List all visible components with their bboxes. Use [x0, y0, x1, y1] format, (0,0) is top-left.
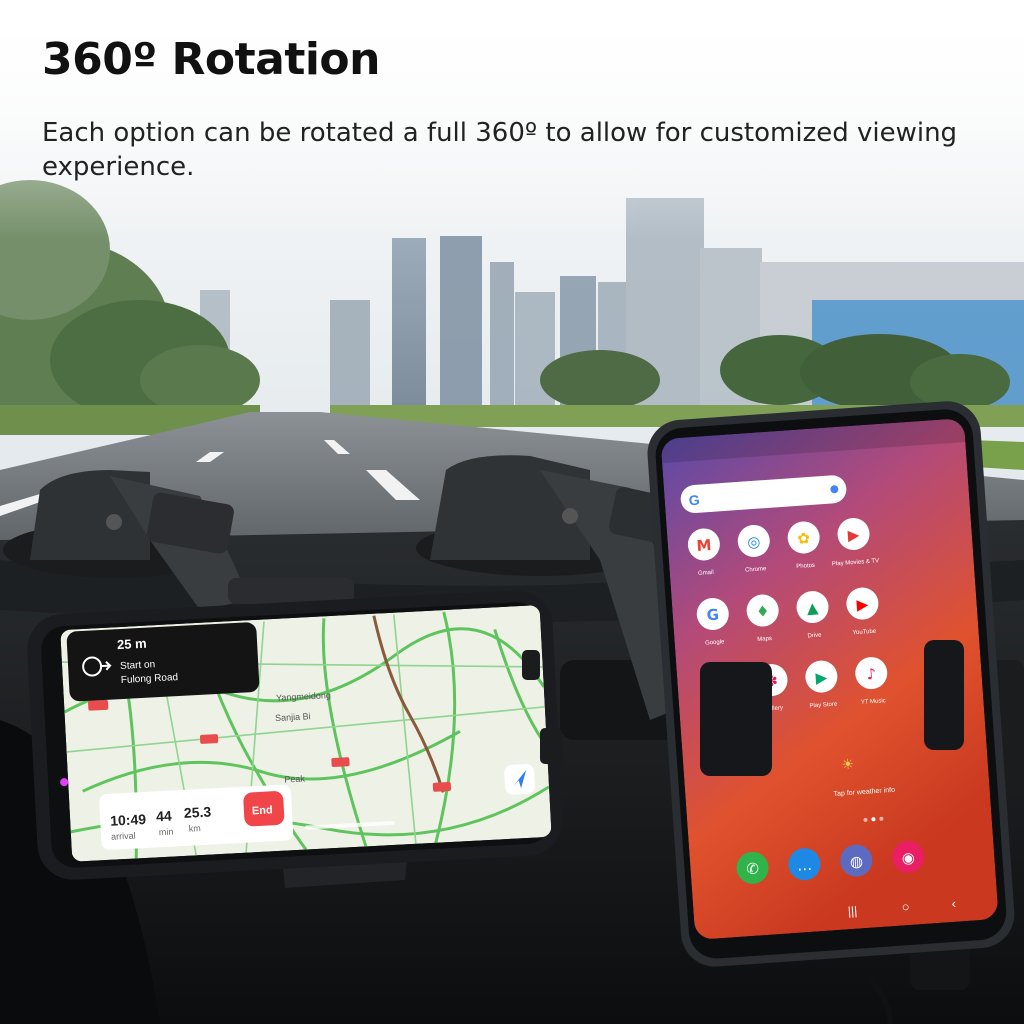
app-glyph-icon: M	[696, 536, 712, 555]
weather-icon: ☀	[841, 756, 855, 773]
app-label: Maps	[757, 636, 772, 643]
svg-text:✆: ✆	[746, 859, 760, 878]
app-glyph-icon: ♦	[755, 602, 770, 621]
app-glyph-icon: ♪	[866, 665, 877, 684]
app-glyph-icon: ◎	[747, 533, 761, 552]
feature-description: Each option can be rotated a full 360º t…	[42, 118, 958, 182]
svg-text:◉: ◉	[901, 849, 915, 868]
app-glyph-icon: G	[706, 606, 720, 625]
eta-time-label: arrival	[111, 830, 136, 841]
holder-arm-left	[700, 662, 772, 776]
eta-time: 10:49	[110, 811, 147, 829]
app-label: Gmail	[698, 570, 714, 577]
turn-instruction-card	[66, 622, 260, 702]
navigation-phone: Yangmeidong Sanjia Bi Peak 25 m Start on…	[27, 590, 563, 880]
app-glyph-icon: ▶	[856, 595, 869, 614]
app-glyph-icon: ▶	[847, 526, 860, 545]
eta-minutes: 44	[156, 808, 173, 825]
app-glyph-icon: ✿	[797, 529, 811, 548]
app-glyph-icon: ▲	[806, 599, 819, 618]
product-feature-image: Yangmeidong Sanjia Bi Peak 25 m Start on…	[0, 0, 1024, 1024]
app-label: Drive	[807, 632, 822, 639]
home-button[interactable]: ○	[901, 899, 910, 915]
map-label-peak: Peak	[284, 774, 306, 785]
instruction-line-1: Start on	[120, 659, 156, 672]
end-button-label: End	[252, 804, 273, 817]
home-screen-phone: G MGmail◎Chrome✿Photos▶Play Movies & TVG…	[647, 401, 1015, 967]
app-glyph-icon: ▶	[815, 668, 828, 687]
eta-distance: 25.3	[184, 803, 212, 820]
eta-distance-label: km	[188, 823, 201, 834]
google-logo-icon: G	[688, 492, 700, 509]
map-label-sanjia-bi: Sanjia Bi	[275, 711, 311, 723]
svg-text:◍: ◍	[849, 852, 863, 871]
holder-arm-right	[924, 640, 964, 750]
turn-distance: 25 m	[117, 636, 147, 653]
svg-text:…: …	[796, 856, 812, 875]
recents-button[interactable]: |||	[847, 904, 857, 919]
eta-minutes-label: min	[159, 827, 174, 838]
page-title: 360º Rotation	[42, 34, 380, 85]
